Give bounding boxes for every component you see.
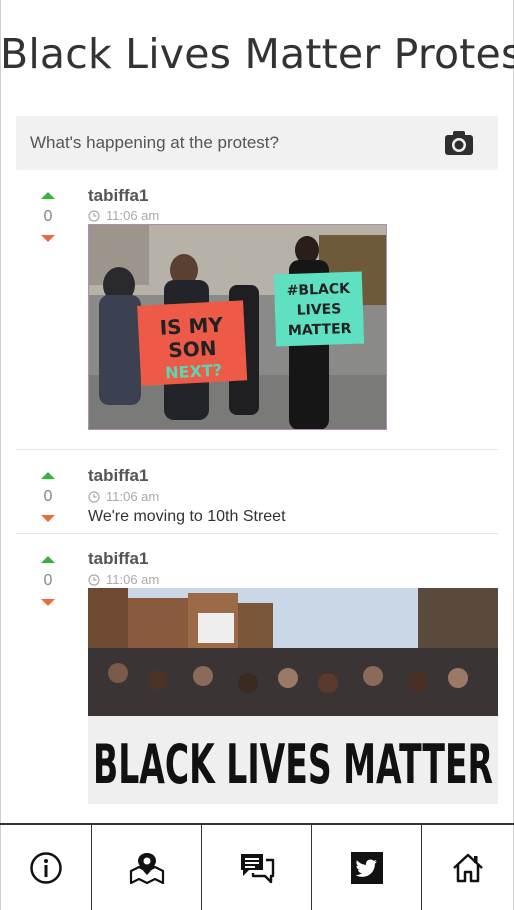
svg-text:LIVES: LIVES	[296, 301, 341, 319]
post-item: 0 tabiffa1 11:06 am We're moving to 10th…	[16, 450, 498, 534]
post-author[interactable]: tabiffa1	[88, 186, 148, 206]
downvote-button[interactable]	[41, 235, 55, 242]
twitter-icon	[350, 851, 383, 884]
post-timestamp: 11:06 am	[88, 489, 159, 504]
downvote-button[interactable]	[41, 515, 55, 522]
post-timestamp: 11:06 am	[88, 208, 159, 223]
tab-twitter[interactable]	[312, 825, 422, 910]
svg-text:#BLACK: #BLACK	[286, 281, 351, 299]
upvote-button[interactable]	[41, 472, 55, 479]
svg-text:NEXT?: NEXT?	[165, 361, 223, 383]
post-time: 11:06 am	[106, 572, 160, 587]
post-message: We're moving to 10th Street	[88, 508, 286, 525]
post-photo[interactable]: IS MY SON NEXT? #BLACK LIVES MATTER	[88, 224, 387, 430]
chat-icon	[240, 853, 274, 883]
tab-info[interactable]	[0, 825, 92, 910]
clock-icon	[88, 209, 100, 222]
map-pin-icon	[129, 852, 164, 884]
bottom-tab-bar	[0, 823, 514, 910]
post-item: 0 tabiffa1 11:06 am IS MY SON NEXT? #BLA…	[16, 180, 498, 450]
vote-count: 0	[43, 488, 53, 505]
clock-icon	[88, 490, 100, 503]
upvote-button[interactable]	[41, 192, 55, 199]
post-time: 11:06 am	[106, 208, 160, 223]
clock-icon	[88, 573, 100, 586]
vote-count: 0	[43, 208, 53, 225]
post-author[interactable]: tabiffa1	[88, 466, 148, 486]
post-composer[interactable]: What's happening at the protest?	[16, 116, 498, 170]
vote-control: 0	[38, 556, 58, 606]
svg-text:MATTER: MATTER	[288, 321, 352, 339]
post-author[interactable]: tabiffa1	[88, 549, 148, 569]
info-icon	[29, 851, 62, 884]
vote-control: 0	[38, 192, 58, 242]
post-photo[interactable]: BLACK LIVES MATTER	[88, 588, 498, 804]
camera-icon[interactable]	[444, 130, 474, 156]
protest-photo-image: IS MY SON NEXT? #BLACK LIVES MATTER	[89, 225, 386, 429]
tab-map[interactable]	[92, 825, 202, 910]
tab-chat[interactable]	[202, 825, 312, 910]
page-title: Black Lives Matter Protest	[0, 30, 514, 78]
protest-photo-image: BLACK LIVES MATTER	[88, 588, 498, 804]
home-icon	[453, 853, 483, 882]
vote-control: 0	[38, 472, 58, 522]
upvote-button[interactable]	[41, 556, 55, 563]
downvote-button[interactable]	[41, 599, 55, 606]
svg-text:BLACK LIVES MATTER: BLACK LIVES MATTER	[93, 733, 493, 796]
tab-home[interactable]	[422, 825, 514, 910]
svg-text:SON: SON	[168, 336, 217, 362]
post-timestamp: 11:06 am	[88, 572, 159, 587]
post-item: 0 tabiffa1 11:06 am BLACK LIVES MATTER	[16, 534, 498, 814]
vote-count: 0	[43, 572, 53, 589]
post-time: 11:06 am	[106, 489, 160, 504]
composer-placeholder[interactable]: What's happening at the protest?	[30, 133, 279, 153]
